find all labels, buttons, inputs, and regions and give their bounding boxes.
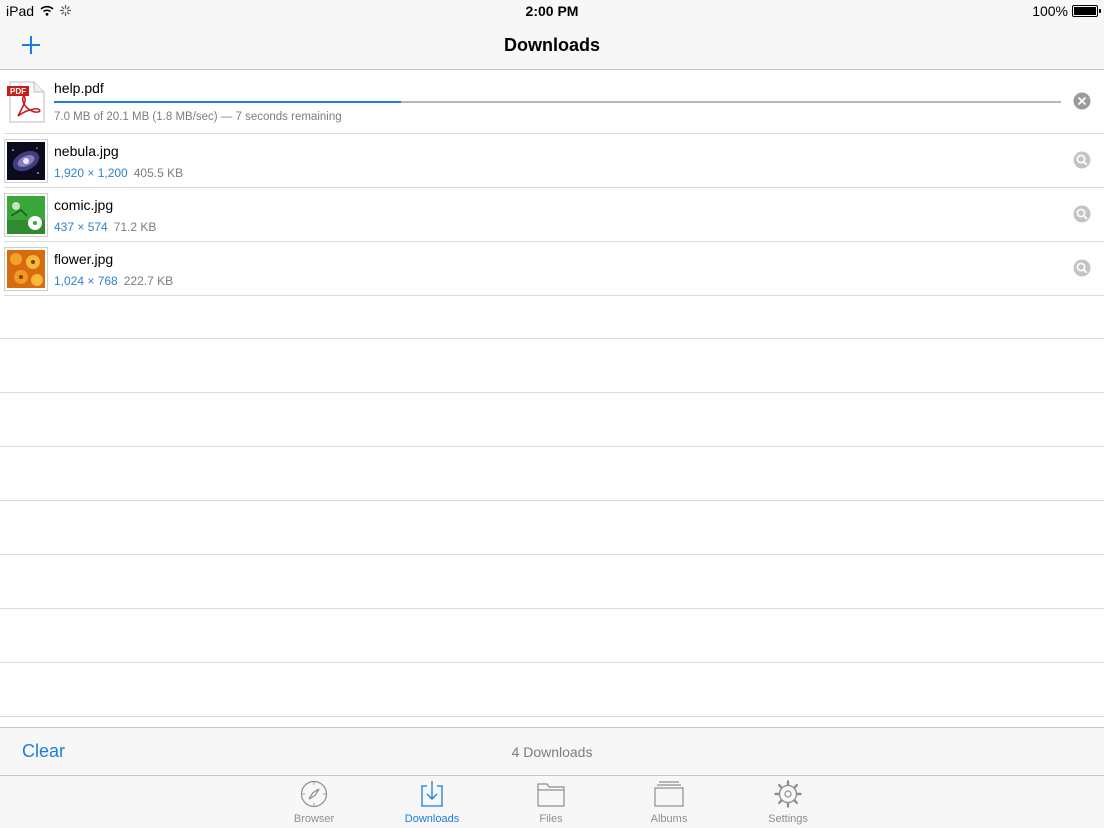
empty-row [0,501,1104,555]
file-meta: 437 × 574 71.2 KB [54,220,156,234]
tab-files[interactable]: Files [506,780,596,828]
preview-button[interactable] [1072,258,1092,278]
compass-icon [300,780,328,808]
empty-row [0,296,1104,339]
tab-label: Browser [293,813,335,825]
preview-icon [1073,151,1091,169]
gear-icon [774,780,802,808]
downloads-count: 4 Downloads [511,744,593,760]
file-meta: 1,920 × 1,200 405.5 KB [54,166,183,180]
battery-percent: 100% [1032,3,1068,19]
file-meta: 1,024 × 768 222.7 KB [54,274,173,288]
svg-text:PDF: PDF [10,87,26,96]
comic-thumbnail [4,193,48,237]
download-row[interactable]: nebula.jpg 1,920 × 1,200 405.5 KB [4,134,1104,188]
downloads-list: PDF help.pdf 7.0 MB of 20.1 MB (1.8 MB/s… [0,70,1104,727]
tab-settings[interactable]: Settings [743,780,833,828]
battery-icon [1072,5,1101,17]
file-size: 71.2 KB [113,220,157,234]
folder-icon [537,783,565,807]
preview-button[interactable] [1072,150,1092,170]
download-progress-bar [54,101,1061,103]
preview-icon [1073,205,1091,223]
tab-albums[interactable]: Albums [624,780,714,828]
albums-icon [654,781,684,807]
tab-label: Files [539,813,563,825]
tab-label: Settings [768,813,808,825]
file-name: nebula.jpg [54,143,119,159]
app-window: iPad 2:00 PM 100% Downloads PDF help.pdf… [0,0,1104,828]
tab-bar: Browser Downloads Files Albums Settings [0,775,1104,828]
file-size: 405.5 KB [133,166,184,180]
file-name: comic.jpg [54,197,114,213]
tab-label: Downloads [404,813,460,825]
file-name: help.pdf [54,80,104,96]
image-dimensions: 1,024 × 768 [54,274,118,288]
image-dimensions: 437 × 574 [54,220,108,234]
empty-row [0,339,1104,393]
file-size: 222.7 KB [123,274,174,288]
status-bar: iPad 2:00 PM 100% [0,0,1104,22]
download-row[interactable]: flower.jpg 1,024 × 768 222.7 KB [4,242,1104,296]
image-dimensions: 1,920 × 1,200 [54,166,128,180]
pdf-file-icon: PDF [4,80,48,124]
status-time: 2:00 PM [525,3,579,19]
bottom-toolbar: Clear 4 Downloads [0,727,1104,775]
tab-downloads[interactable]: Downloads [387,780,477,828]
navigation-bar: Downloads [0,22,1104,70]
download-row[interactable]: PDF help.pdf 7.0 MB of 20.1 MB (1.8 MB/s… [4,70,1104,134]
empty-row [0,393,1104,447]
nebula-thumbnail [4,139,48,183]
cancel-download-button[interactable] [1072,91,1092,111]
flower-thumbnail [4,247,48,291]
empty-row [0,447,1104,501]
preview-icon [1073,259,1091,277]
page-title: Downloads [503,35,600,55]
empty-row [0,663,1104,717]
tab-label: Albums [650,813,688,825]
cancel-icon [1073,92,1091,110]
empty-row [0,609,1104,663]
preview-button[interactable] [1072,204,1092,224]
download-progress-text: 7.0 MB of 20.1 MB (1.8 MB/sec) — 7 secon… [54,111,342,123]
download-row[interactable]: comic.jpg 437 × 574 71.2 KB [4,188,1104,242]
file-name: flower.jpg [54,251,114,267]
download-icon [421,781,443,807]
empty-row [0,555,1104,609]
tab-browser[interactable]: Browser [269,780,359,828]
download-progress-fill [54,101,402,103]
status-right: 100% [1032,3,1101,19]
